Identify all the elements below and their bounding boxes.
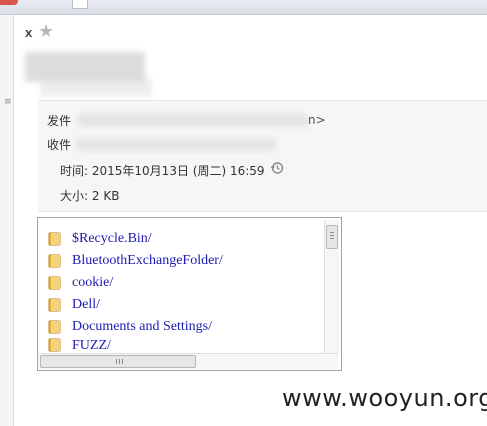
size-row: 大小: 2 KB [60,187,119,204]
window-top-bar [0,0,487,15]
folder-label: FUZZ/ [72,338,111,352]
folder-label: Documents and Settings/ [72,319,212,334]
from-address-tail: n> [308,113,326,127]
left-panel-strip[interactable]: ≡ [0,15,14,426]
panel-grip-icon[interactable]: ≡ [4,98,12,107]
tab-indicator [0,0,18,5]
list-item[interactable]: Dell/ [48,294,223,316]
attachment-preview[interactable]: $Recycle.Bin/ BluetoothExchangeFolder/ c… [37,217,342,371]
folder-list: $Recycle.Bin/ BluetoothExchangeFolder/ c… [48,228,223,352]
redacted-sender [78,114,308,127]
folder-icon [48,320,61,334]
time-value: 2015年10月13日 (周二) 16:59 [91,164,265,178]
star-icon[interactable]: ★ [38,21,54,42]
tab-edge [72,0,88,9]
folder-icon [48,254,61,268]
list-item[interactable]: $Recycle.Bin/ [48,228,223,250]
redacted-subject-line2 [40,78,152,96]
time-row: 时间: 2015年10月13日 (周二) 16:59 [60,162,265,179]
size-value: 2 KB [91,189,120,203]
folder-icon [48,232,61,246]
list-item[interactable]: cookie/ [48,272,223,294]
folder-label: Dell/ [72,297,100,312]
folder-icon [48,338,61,352]
folder-icon [48,276,61,290]
watermark-text: www.wooyun.org [282,384,487,412]
size-label: 大小: [60,189,89,203]
folder-label: BluetoothExchangeFolder/ [72,253,223,268]
list-item[interactable]: FUZZ/ [48,338,223,352]
vertical-scroll-thumb[interactable] [326,225,338,249]
folder-icon [48,298,61,312]
to-label: 收件 [47,138,72,152]
horizontal-scroll-thumb[interactable] [40,355,196,368]
folder-label: cookie/ [72,275,114,290]
clock-history-icon[interactable] [270,161,284,175]
folder-label: $Recycle.Bin/ [72,231,152,246]
time-label: 时间: [60,164,89,178]
list-item[interactable]: BluetoothExchangeFolder/ [48,250,223,272]
horizontal-scrollbar[interactable] [38,353,338,369]
vertical-scrollbar[interactable] [324,220,339,353]
close-button[interactable]: x [25,25,32,40]
redacted-recipient [76,138,276,151]
list-item[interactable]: Documents and Settings/ [48,316,223,338]
from-label: 发件 [47,114,72,128]
